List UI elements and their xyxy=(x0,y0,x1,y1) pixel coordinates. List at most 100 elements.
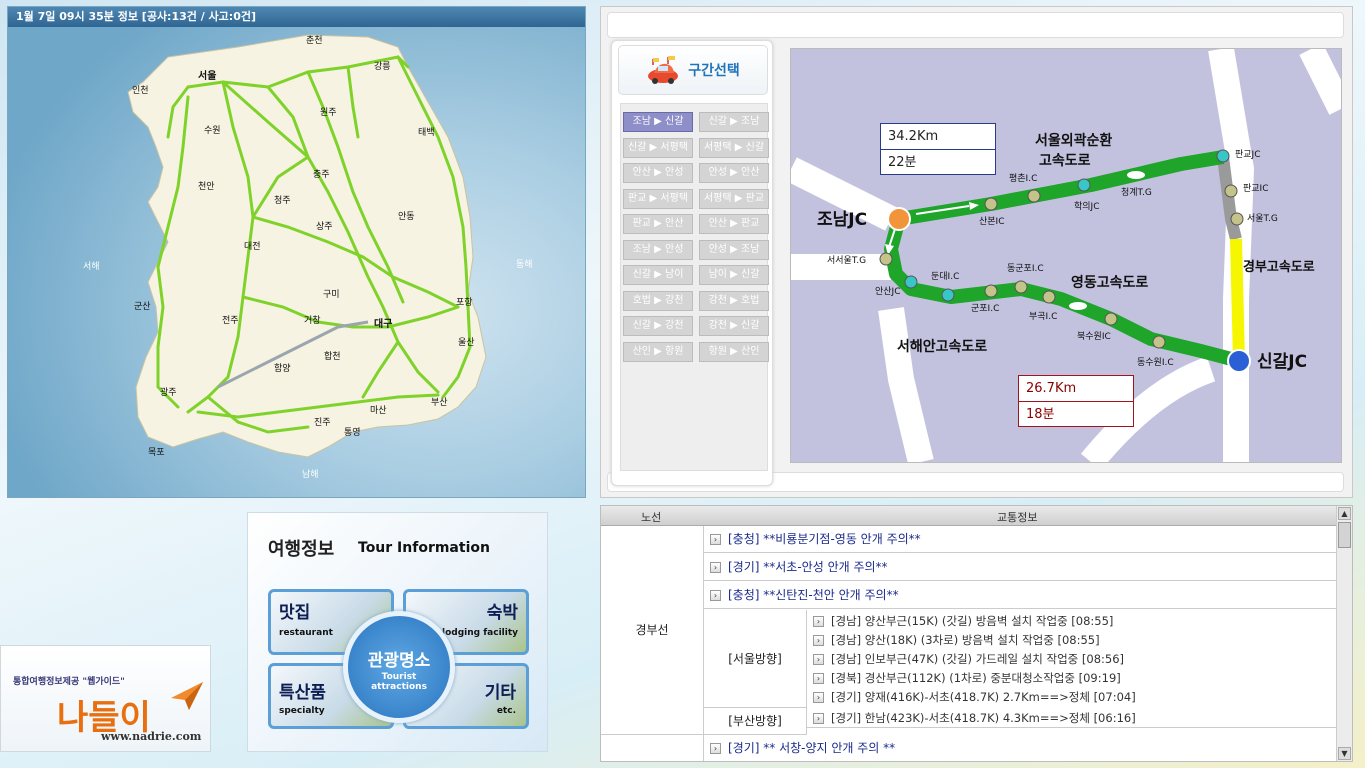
scroll-thumb[interactable] xyxy=(1338,522,1351,548)
section-button[interactable]: 조남 ▶ 안성 xyxy=(623,239,693,260)
time-north: 22분 xyxy=(881,149,995,174)
scroll-down-icon[interactable]: ▼ xyxy=(1338,747,1351,760)
col-info-header: 교통정보 xyxy=(997,511,1038,524)
route-detail-map[interactable]: 조남JC 신갈JC 서울외곽순환 고속도로 영동고속도로 경부고속도로 서해안고속도로 판교J… xyxy=(785,43,1353,471)
section-select-header: 구간선택 xyxy=(618,45,768,95)
city-label: 대구 xyxy=(374,317,392,330)
section-button[interactable]: 신갈 ▶ 강천 xyxy=(623,316,693,336)
city-label: 통영 xyxy=(344,427,361,438)
section-button[interactable]: 안성 ▶ 조남 xyxy=(699,239,769,260)
seoul-direction-label: [서울방향] xyxy=(704,610,807,708)
seoul-item[interactable]: › [경남] 인보부근(47K) (갓길) 가드레일 설치 작업중 [08:56] xyxy=(807,650,1338,669)
route-label-seoul_ring2: 고속도로 xyxy=(1039,153,1091,169)
city-label: 부산 xyxy=(431,397,448,408)
restaurant-sub: restaurant xyxy=(279,628,333,638)
specialty-sub: specialty xyxy=(279,706,325,716)
route-label-cheonggye: 청계T.G xyxy=(1121,186,1152,198)
seoul-item[interactable]: › [경남] 양산부근(15K) (갓길) 방음벽 설치 작업중 [08:55] xyxy=(807,612,1338,631)
arrow-bullet-icon: › xyxy=(710,562,721,573)
route-label-sanbon: 산본IC xyxy=(979,216,1005,227)
table-scrollbar[interactable]: ▲ ▼ xyxy=(1336,506,1352,761)
city-label: 수원 xyxy=(204,125,221,136)
section-button[interactable]: 신갈 ▶ 서평택 xyxy=(623,137,693,158)
arrow-bullet-icon: › xyxy=(813,616,824,627)
arrow-bullet-icon: › xyxy=(813,713,824,724)
singal-jc-node[interactable] xyxy=(1227,349,1251,373)
route-label-seoseoul: 서서울T.G xyxy=(827,255,866,266)
tour-title-en: Tour Information xyxy=(358,540,490,556)
lodging-sub: lodging facility xyxy=(442,628,518,638)
etc-label: 기타 xyxy=(484,683,516,703)
traffic-row[interactable]: › [경기] ** 서창-양지 안개 주의 ** xyxy=(704,735,1338,761)
city-label: 안동 xyxy=(398,211,415,222)
korea-highway-map[interactable]: 춘천강릉인천 서울수원 원주태백충주천안청주안동상주대전서해 동해군산 구미포항전주 거창… xyxy=(8,27,585,497)
car-icon xyxy=(648,56,679,84)
section-button[interactable]: 서평택 ▶ 신갈 xyxy=(699,137,769,158)
city-label: 거창 xyxy=(304,315,321,326)
route-label-bugok: 부곡I.C xyxy=(1029,311,1057,322)
section-button[interactable]: 강천 ▶ 신갈 xyxy=(699,316,769,336)
section-button[interactable]: 항원 ▶ 산인 xyxy=(699,341,769,362)
city-label: 군산 xyxy=(134,301,151,312)
section-button[interactable]: 조남 ▶ 신갈 xyxy=(623,112,693,132)
traffic-map-panel: 1월 7일 09시 35분 정보 [공사:13건 / 사고:0건] 춘천 강릉 … xyxy=(7,6,586,498)
city-label: 합천 xyxy=(324,351,341,362)
route-label-donggunpo: 동군포I.C xyxy=(1007,263,1044,274)
traffic-info-table: 노선 교통정보 경부선 › [충청] **비룡분기점-영동 안개 주의** › [경… xyxy=(600,505,1353,762)
busan-item[interactable]: › [경기] 한남(423K)-서초(418.7K) 4.3Km==>정체 [06… xyxy=(807,709,1338,728)
distance-north: 34.2Km xyxy=(888,129,939,144)
arrow-bullet-icon: › xyxy=(813,692,824,703)
traffic-row[interactable]: › [충청] **신탄진-천안 안개 주의** xyxy=(704,582,1338,609)
attractions-sub: Tourist attractions xyxy=(371,672,427,692)
seoul-item[interactable]: › [경북] 경산부근(112K) (1차로) 중분대청소작업중 [09:19] xyxy=(807,669,1338,688)
section-button[interactable]: 남이 ▶ 신갈 xyxy=(699,265,769,285)
route-name-cell-empty xyxy=(601,735,704,761)
seoul-item[interactable]: › [경기] 양재(416K)-서초(418.7K) 2.7Km==>정체 [07… xyxy=(807,688,1338,707)
arrow-bullet-icon: › xyxy=(813,673,824,684)
city-label: 구미 xyxy=(323,289,340,300)
jonam-jc-node[interactable] xyxy=(887,207,911,231)
section-button[interactable]: 신갈 ▶ 조남 xyxy=(699,112,769,132)
city-label: 인천 xyxy=(132,85,149,96)
route-panel: 구간선택 조남 ▶ 신갈 신갈 ▶ 조남신갈 ▶ 서평택 서평택 ▶ 신갈안산 ▶ … xyxy=(600,6,1353,498)
section-button[interactable]: 안산 ▶ 판교 xyxy=(699,214,769,234)
section-button[interactable]: 강천 ▶ 호법 xyxy=(699,290,769,311)
lodging-label: 숙박 xyxy=(486,603,518,623)
section-button-grid: 조남 ▶ 신갈 신갈 ▶ 조남 신갈 ▶ 서평택 서평택 ▶ 신갈 안산 ▶ 안성 안성 … xyxy=(620,103,769,471)
section-button[interactable]: 안성 ▶ 안산 xyxy=(699,163,769,183)
section-button[interactable]: 판교 ▶ 서평택 xyxy=(623,188,693,209)
section-button[interactable]: 신갈 ▶ 남이 xyxy=(623,265,693,285)
city-label: 충주 xyxy=(313,169,330,180)
map-status-header: 1월 7일 09시 35분 정보 [공사:13건 / 사고:0건] xyxy=(8,7,585,27)
seoul-item[interactable]: › [경남] 양산(18K) (3차로) 방음벽 설치 작업중 [08:55] xyxy=(807,631,1338,650)
city-label: 청주 xyxy=(274,195,291,206)
traffic-row[interactable]: › [경기] **서초-안성 안개 주의** xyxy=(704,554,1338,581)
traffic-row[interactable]: › [충청] **비룡분기점-영동 안개 주의** xyxy=(704,526,1338,553)
route-label-pangyo_ic: 판교IC xyxy=(1243,183,1269,194)
nadrie-logo-banner[interactable]: 통합여행정보제공 "웹가이드" 나들이 www.nadrie.com xyxy=(0,645,211,752)
specialty-label: 특산품 xyxy=(279,683,326,703)
route-label-seohaean: 서해안고속도로 xyxy=(897,338,987,355)
section-button[interactable]: 서평택 ▶ 판교 xyxy=(699,188,769,209)
section-button[interactable]: 산인 ▶ 항원 xyxy=(623,341,693,362)
gyeongbu-yellow-segment xyxy=(1230,238,1245,362)
city-label: 함양 xyxy=(274,363,291,374)
tour-info-panel: 여행정보 Tour Information 맛집 restaurant 숙박 l… xyxy=(247,512,548,752)
scroll-up-icon[interactable]: ▲ xyxy=(1338,507,1351,520)
city-label: 동해 xyxy=(516,259,533,270)
route-label-hakui: 학의JC xyxy=(1074,201,1100,212)
route-label-pangyo_jc: 판교JC xyxy=(1235,149,1261,160)
city-label: 원주 xyxy=(320,107,337,118)
section-select-title: 구간선택 xyxy=(688,63,740,79)
tollgate-mark-2 xyxy=(1069,302,1087,310)
section-button[interactable]: 호법 ▶ 강천 xyxy=(623,290,693,311)
arrow-bullet-icon: › xyxy=(813,635,824,646)
route-label-dundae: 둔대I.C xyxy=(931,271,959,282)
route-label-dongsuwon: 동수원I.C xyxy=(1137,357,1174,368)
attractions-label: 관광명소 xyxy=(367,651,431,671)
route-label-ansan: 안산JC xyxy=(875,286,901,297)
tourist-attractions-button[interactable]: 관광명소 Tourist attractions xyxy=(343,611,455,723)
time-south: 18분 xyxy=(1019,401,1133,426)
section-button[interactable]: 판교 ▶ 안산 xyxy=(623,214,693,234)
section-button[interactable]: 안산 ▶ 안성 xyxy=(623,163,693,183)
